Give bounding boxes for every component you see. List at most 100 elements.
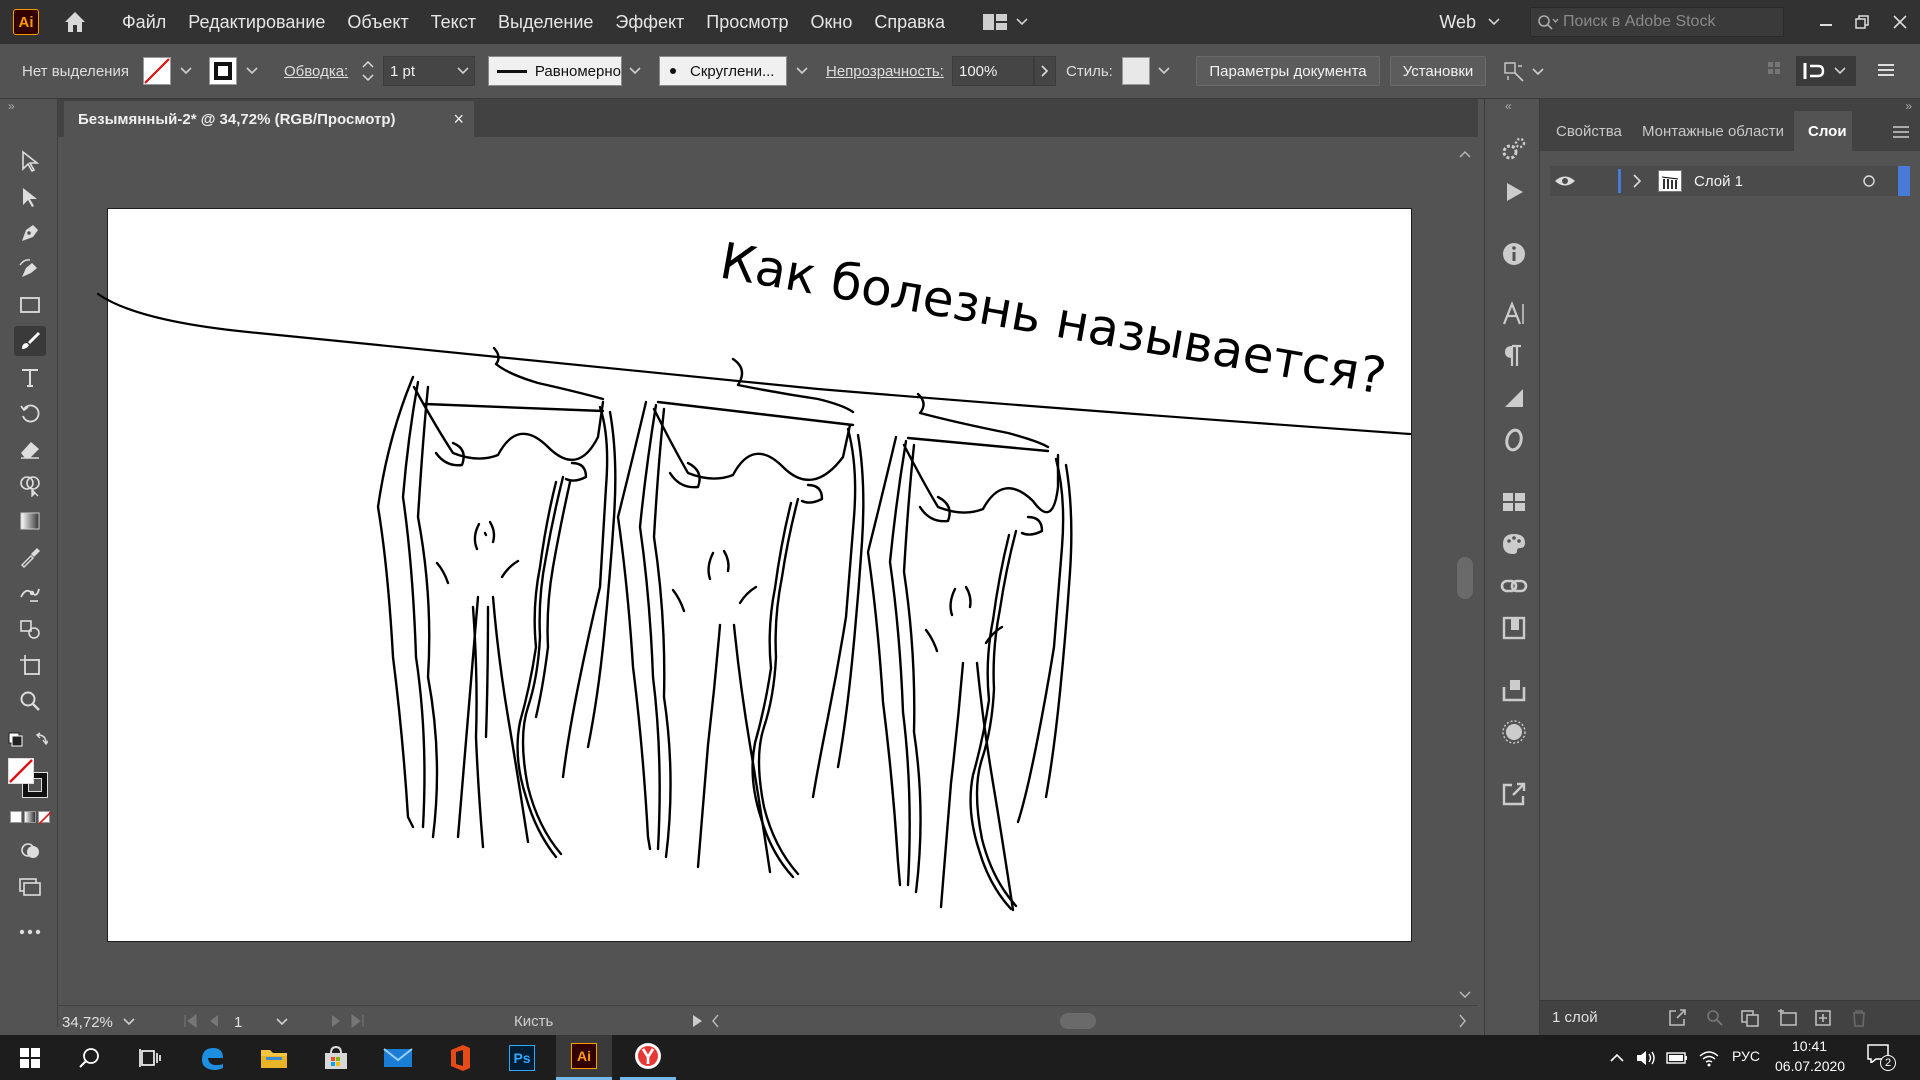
fill-stroke-selector[interactable] xyxy=(8,758,52,800)
minimize-button[interactable] xyxy=(1808,7,1844,37)
opacity-label[interactable]: Непрозрачность: xyxy=(826,63,944,80)
character-panel-button[interactable] xyxy=(1499,299,1529,329)
export-panel-button[interactable] xyxy=(1499,779,1529,809)
taskbar-edge[interactable] xyxy=(184,1035,240,1080)
menu-object[interactable]: Объект xyxy=(336,12,419,33)
shape-builder-tool[interactable] xyxy=(14,470,46,500)
stroke-label[interactable]: Обводка: xyxy=(284,63,348,80)
canvas-area[interactable]: Как болезнь называется? xyxy=(58,137,1478,1012)
menu-view[interactable]: Просмотр xyxy=(695,12,799,33)
gradient-tool[interactable] xyxy=(14,506,46,536)
taskbar-mail[interactable] xyxy=(370,1035,426,1080)
create-new-layer-icon[interactable] xyxy=(1814,1009,1832,1027)
links-panel-button[interactable] xyxy=(1499,571,1529,601)
create-sublayer-icon[interactable] xyxy=(1776,1009,1798,1027)
isolate-grid-button[interactable] xyxy=(1766,60,1788,82)
delete-layer-icon[interactable] xyxy=(1850,1009,1868,1027)
info-panel-button[interactable] xyxy=(1499,239,1529,269)
battery-icon[interactable] xyxy=(1666,1051,1688,1065)
document-tab[interactable]: Безымянный-2* @ 34,72% (RGB/Просмотр) × xyxy=(64,101,474,137)
swap-fill-stroke[interactable] xyxy=(8,731,48,751)
menu-effect[interactable]: Эффект xyxy=(604,12,695,33)
tab-properties[interactable]: Свойства xyxy=(1556,123,1622,140)
swatches-panel-button[interactable] xyxy=(1499,487,1529,517)
stroke-weight-stepper[interactable] xyxy=(360,56,382,86)
rotate-tool[interactable] xyxy=(14,398,46,428)
graphic-style-dropdown[interactable] xyxy=(1154,58,1174,84)
tab-artboards[interactable]: Монтажные области xyxy=(1642,123,1784,140)
brush-dropdown[interactable] xyxy=(792,58,812,84)
taskbar-illustrator[interactable]: Ai xyxy=(556,1035,612,1080)
zoom-level-select[interactable]: 34,72% xyxy=(62,1011,146,1033)
stroke-weight-dropdown[interactable] xyxy=(453,58,473,84)
stroke-profile-select[interactable]: Равномерно xyxy=(488,56,622,86)
brushes-panel-button[interactable] xyxy=(1499,529,1529,559)
volume-icon[interactable] xyxy=(1636,1049,1658,1067)
restore-button[interactable] xyxy=(1844,7,1880,37)
pen-tool[interactable] xyxy=(14,218,46,248)
horizontal-scrollbar[interactable] xyxy=(710,1009,1470,1033)
stroke-dropdown[interactable] xyxy=(242,58,262,84)
fill-dropdown[interactable] xyxy=(176,58,196,84)
play-action-button[interactable] xyxy=(1499,177,1529,207)
start-button[interactable] xyxy=(2,1035,58,1080)
screen-mode-button[interactable] xyxy=(14,871,46,901)
eraser-tool[interactable] xyxy=(14,434,46,464)
symbol-sprayer-tool[interactable] xyxy=(14,614,46,644)
libraries-panel-button[interactable] xyxy=(1499,613,1529,643)
draw-mode-button[interactable] xyxy=(14,835,46,865)
clock-time[interactable]: 10:41 xyxy=(1792,1038,1827,1054)
panel-options-button[interactable] xyxy=(1892,125,1912,141)
toolbar-collapse[interactable]: » xyxy=(8,99,28,113)
workspace-switcher[interactable]: Web xyxy=(1439,12,1500,33)
locate-object-icon[interactable] xyxy=(1706,1009,1724,1027)
export-to-screens-icon[interactable] xyxy=(1668,1009,1688,1027)
brush-select[interactable]: Скруглени... xyxy=(659,56,787,86)
gradient-panel-button[interactable] xyxy=(1499,383,1529,413)
stroke-profile-dropdown[interactable] xyxy=(625,58,645,84)
taskbar-file-explorer[interactable] xyxy=(246,1035,302,1080)
rectangle-tool[interactable] xyxy=(14,290,46,320)
asset-export-panel-button[interactable] xyxy=(1499,675,1529,705)
tab-layers[interactable]: Слои xyxy=(1808,123,1847,140)
zoom-tool[interactable] xyxy=(14,686,46,716)
action-center-button[interactable]: 2 xyxy=(1866,1043,1902,1073)
home-button[interactable] xyxy=(61,8,89,36)
clock-date[interactable]: 06.07.2020 xyxy=(1775,1058,1845,1074)
paintbrush-tool[interactable] xyxy=(14,326,46,356)
chevron-right-icon[interactable] xyxy=(1632,174,1642,188)
taskbar-office[interactable] xyxy=(432,1035,488,1080)
layer-target-circle-icon[interactable] xyxy=(1862,174,1876,188)
paragraph-panel-button[interactable] xyxy=(1499,341,1529,371)
color-mode-buttons[interactable] xyxy=(10,811,51,825)
align-to-button[interactable] xyxy=(1502,58,1546,86)
input-language[interactable]: РУС xyxy=(1732,1048,1760,1064)
artboard-nav-next-icons[interactable] xyxy=(328,1012,378,1032)
opacity-input[interactable]: 100% xyxy=(952,56,1034,86)
vertical-scrollbar[interactable] xyxy=(1452,137,1478,1012)
preferences-button[interactable]: Установки xyxy=(1390,56,1486,86)
selection-tool[interactable] xyxy=(14,146,46,176)
graphic-style-swatch[interactable] xyxy=(1122,57,1150,85)
task-view-button[interactable] xyxy=(122,1035,178,1080)
opentype-panel-button[interactable] xyxy=(1499,425,1529,455)
menu-window[interactable]: Окно xyxy=(800,12,864,33)
dock-collapse-arrows[interactable]: « xyxy=(1505,99,1512,113)
document-setup-button[interactable]: Параметры документа xyxy=(1196,56,1380,86)
layer-row[interactable]: Слой 1 xyxy=(1550,166,1910,196)
eye-icon[interactable] xyxy=(1554,174,1576,188)
type-tool[interactable] xyxy=(14,362,46,392)
panel-menu-button[interactable] xyxy=(1876,60,1898,82)
fill-swatch[interactable] xyxy=(143,57,171,85)
artboard-nav-prev-icons[interactable] xyxy=(182,1012,232,1032)
search-taskbar-button[interactable] xyxy=(62,1035,118,1080)
opacity-slider-button[interactable] xyxy=(1034,56,1056,86)
artboard-number-input[interactable]: 1 xyxy=(234,1011,314,1033)
actions-panel-button[interactable] xyxy=(1499,134,1529,164)
artboard-tool[interactable] xyxy=(14,650,46,680)
close-document-button[interactable]: × xyxy=(453,109,464,130)
taskbar-store[interactable] xyxy=(308,1035,364,1080)
drawing-artwork[interactable]: Как болезнь называется? xyxy=(58,137,1478,1012)
panel-collapse-arrows[interactable]: » xyxy=(1905,99,1912,113)
edit-toolbar-button[interactable] xyxy=(14,917,46,947)
